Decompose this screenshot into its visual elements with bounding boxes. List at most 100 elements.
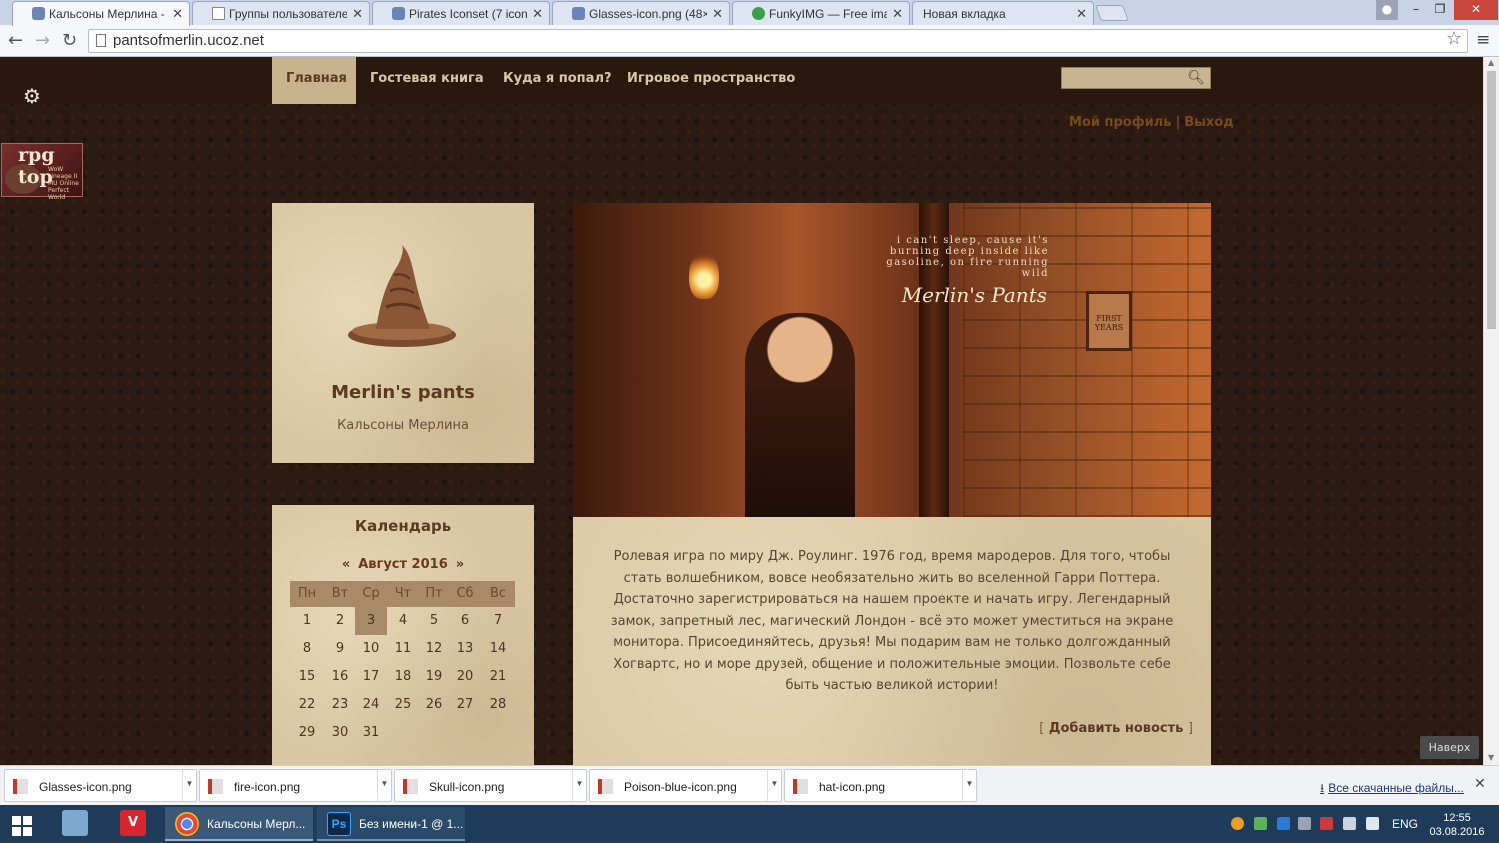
nav-guestbook[interactable]: Гостевая книга bbox=[356, 57, 498, 104]
nav-where-am-i[interactable]: Куда я попал? bbox=[489, 57, 626, 104]
calendar-day[interactable]: 17 bbox=[355, 663, 387, 691]
nav-game-space[interactable]: Игровое пространство bbox=[613, 57, 809, 104]
tab-pirates-iconset[interactable]: Pirates Iconset (7 icons) | ✕ bbox=[372, 1, 550, 25]
language-indicator[interactable]: ENG bbox=[1392, 817, 1418, 843]
minimize-icon[interactable]: – bbox=[1404, 0, 1428, 20]
scroll-down-icon[interactable]: ▼ bbox=[1488, 753, 1494, 762]
calendar-day[interactable]: 9 bbox=[324, 635, 356, 663]
calendar-day[interactable]: 18 bbox=[387, 663, 419, 691]
calendar-day[interactable]: 26 bbox=[418, 691, 450, 719]
chevron-down-icon[interactable]: ▼ bbox=[377, 770, 391, 801]
close-tab-icon[interactable]: ✕ bbox=[892, 6, 903, 22]
all-downloads-link[interactable]: ⭳ Все скачанные файлы... bbox=[1320, 779, 1464, 800]
my-profile-link[interactable]: Мой профиль bbox=[1069, 115, 1171, 130]
add-news-label[interactable]: Добавить новость bbox=[1049, 721, 1184, 736]
prev-month-link[interactable]: « bbox=[342, 557, 350, 572]
add-news-link[interactable]: [ Добавить новость ] bbox=[1039, 721, 1193, 736]
calendar-day[interactable]: 24 bbox=[355, 691, 387, 719]
calendar-month[interactable]: Август 2016 bbox=[358, 557, 448, 572]
download-item[interactable]: Glasses-icon.png ▼ bbox=[4, 769, 197, 802]
calendar-day[interactable]: 16 bbox=[324, 663, 356, 691]
url-field[interactable]: pantsofmerlin.ucoz.net bbox=[88, 29, 1468, 53]
calendar-day[interactable]: 10 bbox=[355, 635, 387, 663]
calendar-day[interactable]: 27 bbox=[449, 691, 481, 719]
calendar-day[interactable]: 1 bbox=[291, 607, 323, 635]
tray-flag-icon[interactable] bbox=[1320, 817, 1333, 830]
calendar-day[interactable]: 4 bbox=[387, 607, 419, 635]
reload-icon[interactable]: ↻ bbox=[62, 30, 77, 51]
chevron-down-icon[interactable]: ▼ bbox=[182, 770, 196, 801]
forward-arrow-icon[interactable]: → bbox=[35, 30, 50, 51]
display-icon[interactable] bbox=[1343, 817, 1356, 830]
taskbar-chrome-window[interactable]: Кальсоны Мерл... bbox=[165, 807, 313, 841]
close-tab-icon[interactable]: ✕ bbox=[712, 6, 723, 22]
site-search-input[interactable]: 🔍︎ bbox=[1061, 67, 1211, 89]
calendar-day[interactable]: 12 bbox=[418, 635, 450, 663]
calendar-day[interactable]: 2 bbox=[324, 607, 356, 635]
close-tab-icon[interactable]: ✕ bbox=[532, 6, 543, 22]
tab-new[interactable]: Новая вкладка ✕ bbox=[912, 1, 1094, 25]
next-month-link[interactable]: » bbox=[456, 557, 464, 572]
chevron-down-icon[interactable]: ▼ bbox=[572, 770, 586, 801]
user-profile-icon[interactable]: ● bbox=[1376, 0, 1398, 20]
calendar-day[interactable]: 22 bbox=[291, 691, 323, 719]
all-downloads-label[interactable]: Все скачанные файлы... bbox=[1328, 781, 1464, 795]
search-icon[interactable]: 🔍︎ bbox=[1187, 70, 1205, 86]
download-item[interactable]: Poison-blue-icon.png ▼ bbox=[589, 769, 782, 802]
maximize-icon[interactable]: ❐ bbox=[1428, 0, 1452, 20]
logout-link[interactable]: Выход bbox=[1184, 115, 1233, 130]
close-shelf-icon[interactable]: ✕ bbox=[1474, 776, 1486, 792]
nav-home[interactable]: Главная bbox=[272, 57, 356, 104]
tray-app-icon[interactable] bbox=[1231, 817, 1244, 830]
close-tab-icon[interactable]: ✕ bbox=[172, 6, 183, 22]
calendar-day[interactable]: 5 bbox=[418, 607, 450, 635]
tray-network-icon[interactable] bbox=[1298, 817, 1311, 830]
close-tab-icon[interactable]: ✕ bbox=[352, 6, 363, 22]
gear-icon[interactable]: ⚙ bbox=[23, 84, 41, 108]
bookmark-star-icon[interactable]: ☆ bbox=[1446, 28, 1462, 49]
calendar-day[interactable]: 23 bbox=[324, 691, 356, 719]
calendar-day[interactable]: 20 bbox=[449, 663, 481, 691]
back-arrow-icon[interactable]: ← bbox=[8, 30, 23, 51]
calendar-day-today[interactable]: 3 bbox=[355, 607, 387, 635]
calendar-day[interactable]: 25 bbox=[387, 691, 419, 719]
calendar-day[interactable]: 31 bbox=[355, 719, 387, 747]
calendar-day[interactable]: 13 bbox=[449, 635, 481, 663]
tab-funkyimg[interactable]: FunkyIMG — Free image ✕ bbox=[732, 1, 910, 25]
tab-user-groups[interactable]: Группы пользователей - ✕ bbox=[192, 1, 370, 25]
scroll-up-icon[interactable]: ▲ bbox=[1488, 58, 1494, 67]
tab-merlin[interactable]: Кальсоны Мерлина - Дог ✕ bbox=[12, 1, 190, 26]
calendar-day[interactable]: 29 bbox=[291, 719, 323, 747]
calendar-day[interactable]: 11 bbox=[387, 635, 419, 663]
chevron-down-icon[interactable]: ▼ bbox=[962, 770, 976, 801]
chevron-down-icon[interactable]: ▼ bbox=[767, 770, 781, 801]
taskbar-photoshop-window[interactable]: Ps Без имени-1 @ 1... bbox=[317, 807, 465, 841]
calendar-day[interactable]: 30 bbox=[324, 719, 356, 747]
new-tab-button[interactable] bbox=[1095, 5, 1129, 21]
close-tab-icon[interactable]: ✕ bbox=[1076, 6, 1087, 22]
vivaldi-icon[interactable]: V bbox=[120, 810, 146, 836]
page-scrollbar[interactable]: ▲ ▼ bbox=[1483, 57, 1499, 765]
calculator-icon[interactable] bbox=[62, 810, 88, 836]
download-item[interactable]: hat-icon.png ▼ bbox=[784, 769, 977, 802]
start-button[interactable] bbox=[0, 806, 46, 842]
download-item[interactable]: Skull-icon.png ▼ bbox=[394, 769, 587, 802]
calendar-day[interactable]: 7 bbox=[482, 607, 514, 635]
calendar-day[interactable]: 8 bbox=[291, 635, 323, 663]
close-window-icon[interactable]: ✕ bbox=[1454, 0, 1498, 20]
calendar-day[interactable]: 19 bbox=[418, 663, 450, 691]
browser-menu-icon[interactable]: ≡ bbox=[1476, 30, 1490, 50]
calendar-day[interactable]: 6 bbox=[449, 607, 481, 635]
tab-glasses-icon[interactable]: Glasses-icon.png (48×48) ✕ bbox=[552, 1, 730, 25]
volume-icon[interactable] bbox=[1366, 817, 1379, 830]
calendar-day[interactable]: 28 bbox=[482, 691, 514, 719]
scroll-thumb[interactable] bbox=[1487, 71, 1496, 329]
calendar-day[interactable]: 15 bbox=[291, 663, 323, 691]
rpg-top-banner[interactable]: rpg top WoW Lineage II MU Online Perfect… bbox=[1, 143, 83, 201]
calendar-day[interactable]: 21 bbox=[482, 663, 514, 691]
download-item[interactable]: fire-icon.png ▼ bbox=[199, 769, 392, 802]
calendar-day[interactable]: 14 bbox=[482, 635, 514, 663]
back-to-top-button[interactable]: Наверх bbox=[1420, 736, 1479, 759]
tray-shield-icon[interactable] bbox=[1254, 817, 1267, 830]
system-clock[interactable]: 12:55 03.08.2016 bbox=[1428, 811, 1486, 843]
